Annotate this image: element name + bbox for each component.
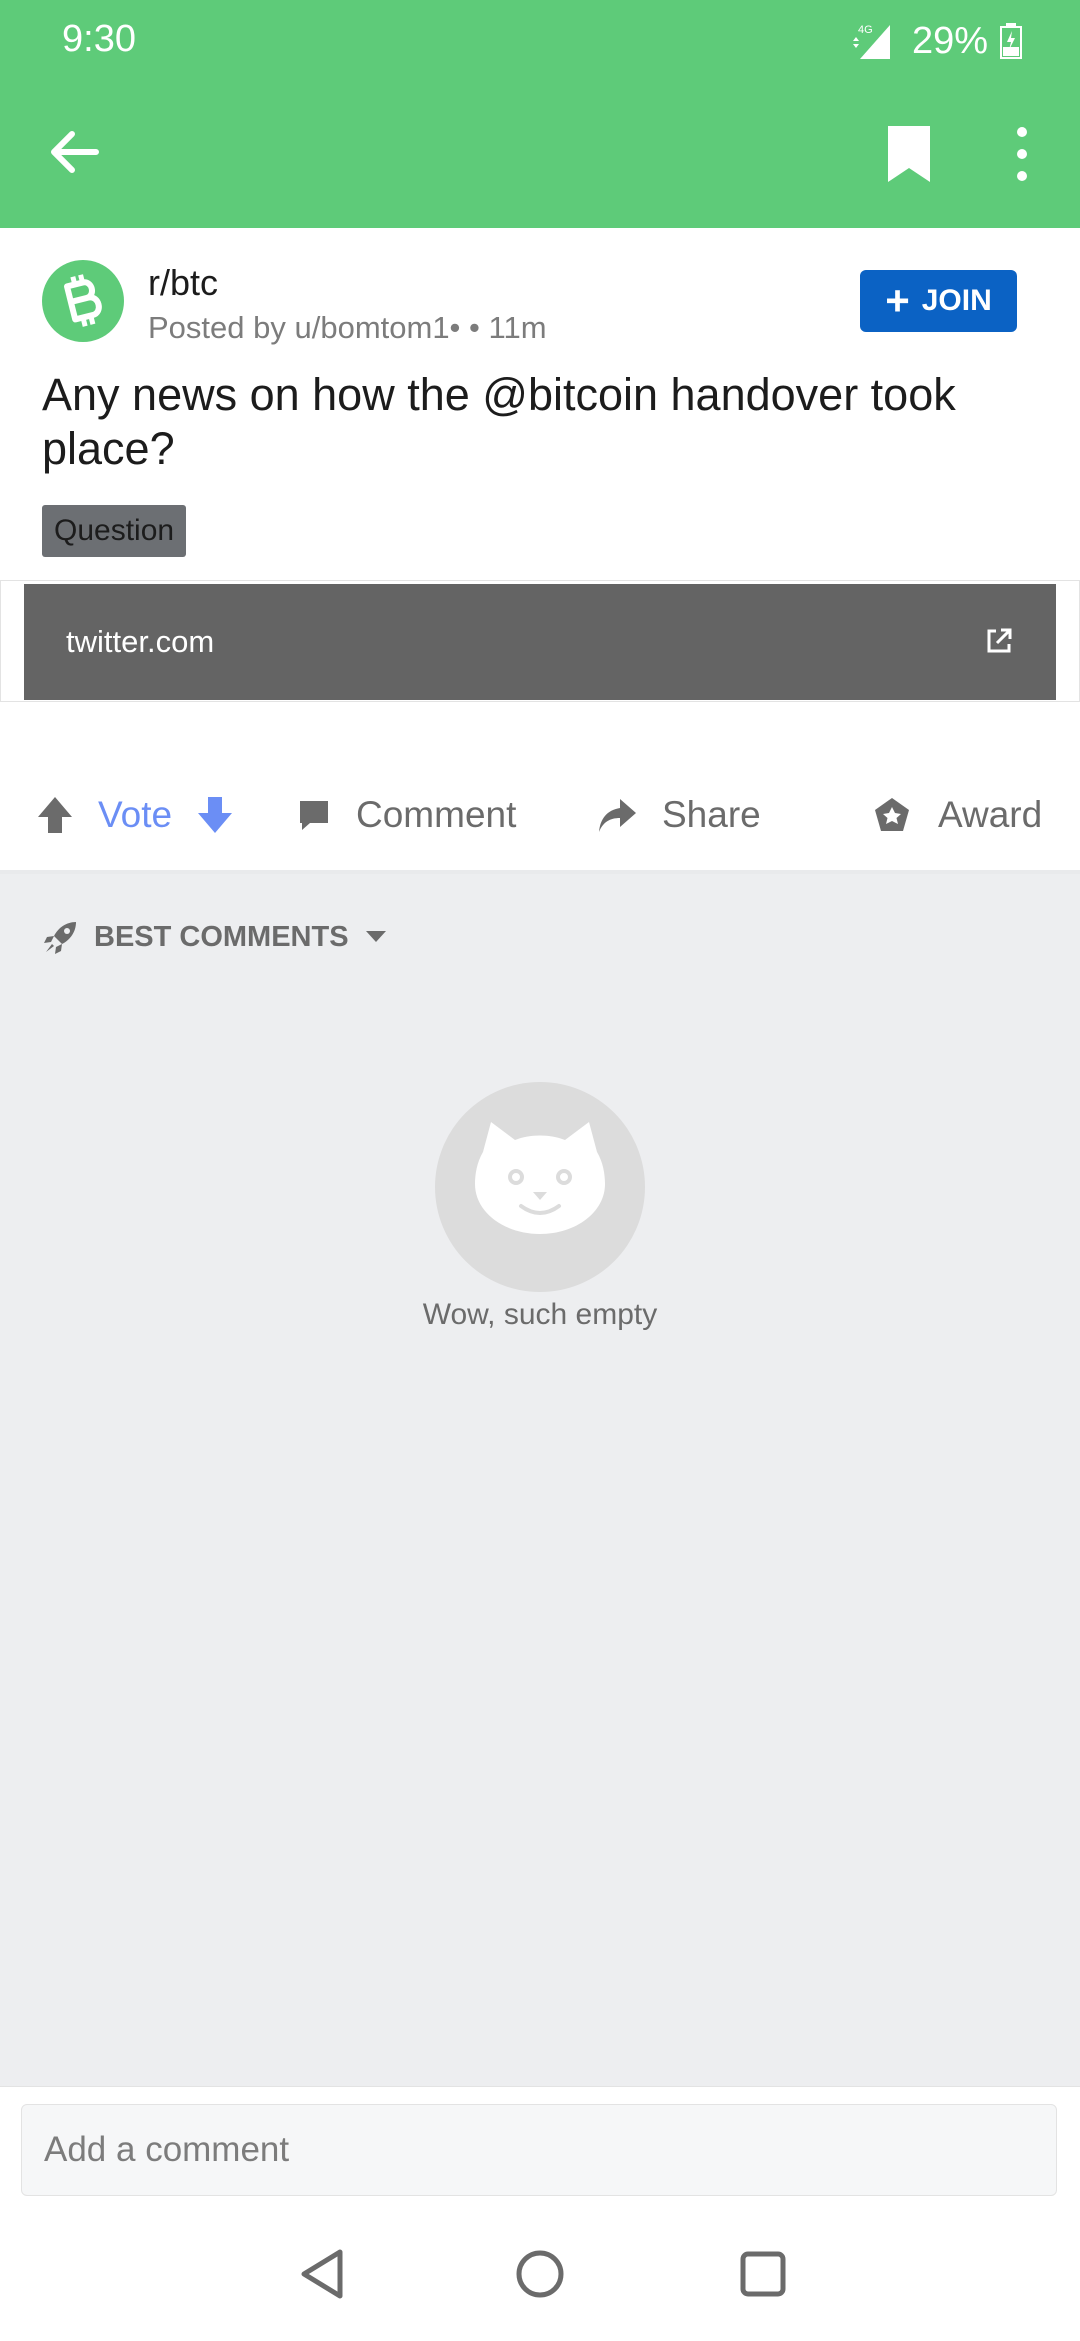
share-label: Share [662, 794, 761, 835]
sort-label: BEST COMMENTS [94, 920, 349, 953]
arrow-left-icon[interactable] [44, 122, 104, 182]
award-button[interactable]: Award [872, 760, 1042, 870]
bitcoin-cash-icon [64, 274, 102, 327]
subreddit-name[interactable]: r/btc [148, 262, 218, 304]
share-icon [599, 799, 636, 832]
empty-state-text: Wow, such empty [422, 1298, 658, 1331]
cat-icon [475, 1122, 605, 1234]
comment-button[interactable]: Comment [296, 760, 516, 870]
post-flair[interactable]: Question [42, 505, 187, 557]
more-vertical-icon[interactable] [1012, 124, 1032, 184]
network-type: 4G [858, 24, 873, 36]
join-label: JOIN [921, 284, 992, 317]
upvote-icon[interactable] [36, 795, 74, 835]
subreddit-avatar[interactable] [42, 260, 124, 342]
vote-control: Vote [36, 760, 234, 870]
link-domain: twitter.com [66, 624, 215, 659]
post-title: Any news on how the @bitcoin handover to… [42, 369, 956, 474]
post-actions: Vote Comment Share Award [0, 760, 1080, 870]
join-button[interactable]: + JOIN [860, 270, 1017, 332]
vote-label: Vote [98, 794, 173, 835]
post-age: • 11m [469, 310, 547, 345]
plus-icon: + [885, 277, 910, 324]
app-header: 9:30 4G 29% [0, 0, 1080, 228]
share-button[interactable]: Share [596, 760, 761, 870]
comment-sort-dropdown[interactable]: BEST COMMENTS [42, 912, 387, 962]
bookmark-icon[interactable] [884, 124, 934, 184]
post-meta: Posted by u/bomtom1• • 11m [148, 310, 547, 346]
comment-label: Comment [356, 794, 517, 835]
post-author[interactable]: Posted by u/bomtom1• [148, 310, 460, 345]
status-time: 9:30 [62, 18, 136, 60]
comment-icon [300, 801, 328, 830]
caret-down-icon [365, 931, 386, 942]
nav-recents-icon[interactable] [737, 2246, 789, 2302]
nav-back-icon[interactable] [296, 2246, 348, 2302]
battery-percent: 29% [911, 19, 988, 62]
status-icons: 4G 29% [852, 18, 1022, 64]
external-link-icon [987, 628, 1012, 653]
award-icon [875, 798, 909, 831]
rocket-icon [44, 922, 76, 954]
battery-icon [1000, 23, 1022, 59]
empty-state-illustration [435, 1082, 645, 1292]
award-label: Award [938, 794, 1043, 835]
downvote-icon[interactable] [196, 795, 234, 835]
comment-input[interactable] [21, 2104, 1057, 2196]
comments-section [0, 874, 1080, 2086]
nav-home-icon[interactable] [512, 2246, 568, 2302]
signal-icon: 4G [852, 24, 890, 59]
